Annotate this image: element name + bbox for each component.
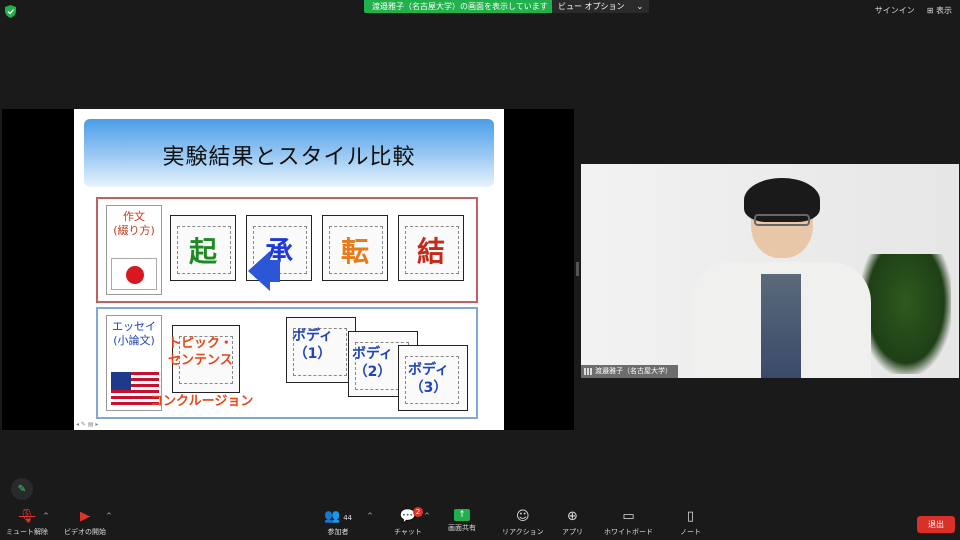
whiteboard-icon: ▭ <box>622 509 635 524</box>
apps-label: アプリ <box>562 528 583 536</box>
share-screen-label: 画面共有 <box>448 524 476 532</box>
participants-button[interactable]: 👥 44 参加者 <box>324 509 352 537</box>
apps-button[interactable]: ⊕ アプリ <box>562 509 583 537</box>
essay-label: エッセイ (小論文) <box>112 320 156 347</box>
sakubun-label-box: 作文 (綴り方) <box>106 205 162 295</box>
view-options-label: ビュー オプション <box>558 2 625 11</box>
kanji-ki: 起 <box>188 235 217 268</box>
plant <box>861 254 951 374</box>
slide-title: 実験結果とスタイル比較 <box>162 145 416 170</box>
participant-name-tag: 渡邉雅子（名古屋大学） <box>581 365 678 378</box>
apps-icon: ⊕ <box>567 509 578 524</box>
display-label: 表示 <box>936 6 952 15</box>
arrow-tail <box>268 260 280 282</box>
whiteboard-button[interactable]: ▭ ホワイトボード <box>604 509 653 537</box>
chevron-down-icon: ⌄ <box>636 2 644 11</box>
sakubun-label: 作文 (綴り方) <box>113 210 155 237</box>
chat-label: チャット <box>394 528 422 536</box>
japan-flag-icon <box>111 258 157 290</box>
top-bar: 渡邉雅子（名古屋大学）の画面を表示しています ビュー オプション ⌄ サインイン… <box>0 0 960 22</box>
notes-label: ノート <box>680 528 701 536</box>
person-blouse <box>761 274 801 378</box>
view-options-button[interactable]: ビュー オプション ⌄ <box>552 0 650 13</box>
body-2-label: ボディ （2） <box>352 346 394 380</box>
microphone-muted-icon: 🎙 <box>18 509 36 524</box>
body-3-label: ボディ （3） <box>408 362 450 396</box>
unmute-label: ミュート解除 <box>6 528 48 536</box>
smiley-icon: ☺ <box>516 509 530 524</box>
start-video-button[interactable]: ▶ ビデオの開始 <box>64 509 106 537</box>
chat-icon: 💬 2 <box>399 507 423 525</box>
comic-panel-ki: 起 <box>170 215 236 281</box>
sakubun-row: 作文 (綴り方) 起 承 転 結 <box>96 197 478 303</box>
sign-in-button[interactable]: サインイン <box>875 5 915 16</box>
conclusion-label: コンクルージョン <box>150 394 254 409</box>
audio-options-caret[interactable]: ^ <box>43 512 49 520</box>
annotate-button[interactable]: ✎ <box>11 478 33 500</box>
shared-screen[interactable]: 実験結果とスタイル比較 作文 (綴り方) 起 承 転 結 エッセイ (小論文) <box>2 109 574 430</box>
reactions-label: リアクション <box>502 528 544 536</box>
chat-button[interactable]: 💬 2 チャット <box>394 507 423 537</box>
slide-controls[interactable]: ◂ ✎ ▤ ▸ <box>76 421 98 428</box>
chat-badge: 2 <box>412 507 423 517</box>
top-right-controls: サインイン ⊞ 表示 <box>875 5 952 16</box>
participants-options-caret[interactable]: ^ <box>367 512 373 520</box>
start-video-label: ビデオの開始 <box>64 528 106 536</box>
reactions-button[interactable]: ☺ リアクション <box>502 509 544 537</box>
left-arrow-icon <box>248 251 270 291</box>
comic-panel-ten: 転 <box>322 215 388 281</box>
share-screen-icon: ↑ <box>454 509 470 521</box>
whiteboard-label: ホワイトボード <box>604 528 653 536</box>
participant-video[interactable] <box>581 164 959 378</box>
kanji-ten: 転 <box>340 235 369 268</box>
video-camera-off-icon: ▶ <box>80 509 90 524</box>
people-icon: 👥 44 <box>324 509 353 524</box>
participants-count: 44 <box>343 514 353 522</box>
screen-share-banner: 渡邉雅子（名古屋大学）の画面を表示しています <box>364 0 556 13</box>
display-button[interactable]: ⊞ 表示 <box>927 5 952 16</box>
notes-icon: ▯ <box>686 509 695 524</box>
presentation-slide: 実験結果とスタイル比較 作文 (綴り方) 起 承 転 結 エッセイ (小論文) <box>74 109 504 430</box>
participants-label: 参加者 <box>327 528 349 536</box>
pencil-icon: ✎ <box>17 483 27 495</box>
kanji-ketsu: 結 <box>416 235 445 268</box>
resize-handle[interactable] <box>576 262 579 276</box>
share-screen-button[interactable]: ↑ 画面共有 <box>448 509 476 533</box>
leave-button[interactable]: 退出 <box>917 516 955 533</box>
person-glasses <box>754 214 810 226</box>
comic-panel-ketsu: 結 <box>398 215 464 281</box>
body-1-label: ボディ （1） <box>292 328 334 362</box>
unmute-button[interactable]: 🎙 ミュート解除 <box>6 509 48 537</box>
video-options-caret[interactable]: ^ <box>106 512 112 520</box>
shield-icon[interactable] <box>5 5 16 18</box>
notes-button[interactable]: ▯ ノート <box>680 509 701 537</box>
chat-options-caret[interactable]: ^ <box>424 512 430 520</box>
grid-icon: ⊞ <box>926 6 934 15</box>
meeting-toolbar: 🎙 ミュート解除 ^ ▶ ビデオの開始 ^ 👥 44 参加者 ^ 💬 2 チャット … <box>0 506 960 540</box>
topic-sentence-label: トピック・ センテンス <box>168 336 233 368</box>
